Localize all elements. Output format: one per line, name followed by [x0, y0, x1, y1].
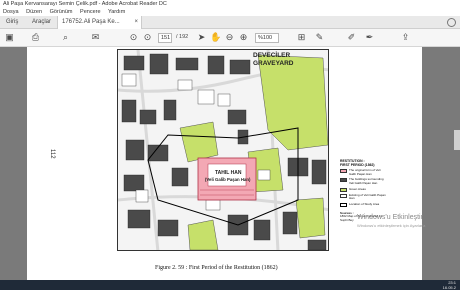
legend-item-label: Existing of Veli Galib Paşan Han	[349, 192, 386, 201]
legend-item-label: The original form of Veli Galib Paşan Ha…	[349, 168, 381, 176]
hand-tool-icon[interactable]: ✋	[210, 32, 221, 43]
pdf-page: 112 DEVECİLER GRAVEYARD TAHIL HAN (Veli …	[27, 47, 422, 280]
document-viewer[interactable]: 112 DEVECİLER GRAVEYARD TAHIL HAN (Veli …	[0, 47, 460, 280]
legend-swatch	[340, 178, 347, 183]
legend-item: Location of Study Area	[340, 201, 386, 207]
legend-swatch	[340, 169, 347, 174]
sign-icon[interactable]: ✒	[364, 32, 375, 43]
legend-item-label: Location of Study Area	[349, 201, 380, 206]
legend-swatch	[340, 187, 347, 192]
tab-tools[interactable]: Araçlar	[28, 16, 55, 29]
zoom-in-icon[interactable]: ⊕	[238, 32, 249, 43]
tab-document[interactable]: 176752.Ali Paşa Ke... ×	[57, 16, 142, 29]
select-tool-icon[interactable]: ➤	[196, 32, 207, 43]
legend-item: The buildings surrounding Veli Galib Paş…	[340, 178, 386, 185]
page-up-icon[interactable]: ⊙	[128, 32, 139, 43]
help-icon[interactable]	[447, 18, 456, 27]
fit-page-icon[interactable]: ⊞	[296, 32, 307, 43]
highlight-icon[interactable]: ✐	[346, 32, 357, 43]
legend-item: Existing of Veli Galib Paşan Han	[340, 192, 386, 201]
zoom-out-icon[interactable]: ⊖	[224, 32, 235, 43]
menu-item-help[interactable]: Yardım	[108, 9, 125, 15]
page-number-label: 112	[49, 149, 55, 159]
legend-item-label: Green Areas	[349, 186, 366, 191]
tab-close-icon[interactable]: ×	[134, 16, 138, 29]
menu-item-edit[interactable]: Düzen	[26, 9, 42, 15]
restitution-map: DEVECİLER GRAVEYARD TAHIL HAN (Veli Gali…	[117, 49, 329, 251]
page-number-input[interactable]: 151	[158, 33, 172, 43]
right-pane-toggle[interactable]	[454, 130, 460, 150]
map-drawing: DEVECİLER GRAVEYARD TAHIL HAN (Veli Gali…	[118, 50, 328, 250]
activation-watermark-text: Windows'u etkinleştirmek için Ayarlar'a	[357, 223, 426, 228]
menu-item-window[interactable]: Pencere	[80, 9, 101, 15]
map-graveyard-label-2: GRAVEYARD	[253, 60, 294, 67]
tab-home[interactable]: Giriş	[2, 16, 22, 29]
legend-swatch	[340, 193, 347, 198]
tray-date: 16.05.2	[442, 285, 456, 290]
zoom-select[interactable]: %100	[255, 33, 279, 43]
menu-item-file[interactable]: Dosya	[3, 9, 19, 15]
legend-item: The original form of Veli Galib Paşan Ha…	[340, 168, 386, 176]
legend-title-2: FIRST PERIOD (1862)	[340, 162, 375, 167]
page-total: / 192	[176, 34, 189, 40]
menu-item-view[interactable]: Görünüm	[50, 9, 73, 15]
figure-caption: Figure 2. 59 : First Period of the Resti…	[155, 265, 278, 271]
window-title: Ali Paşa Kervansarayı Semin Çelik.pdf - …	[0, 0, 460, 8]
map-han-label-2: (Veli Galib Paşan Han)	[205, 177, 251, 182]
page-down-icon[interactable]: ⊙	[142, 32, 153, 43]
tab-bar: Giriş Araçlar 176752.Ali Paşa Ke... ×	[0, 16, 460, 29]
tab-document-label: 176752.Ali Paşa Ke...	[62, 19, 120, 25]
comment-icon[interactable]: ✎	[314, 32, 325, 43]
legend-item: Green Areas	[340, 186, 386, 192]
activation-watermark-title: Windows'u Etkinleştir	[357, 214, 423, 221]
map-han-label-1: TAHIL HAN	[215, 170, 242, 176]
mail-icon[interactable]: ✉	[90, 32, 101, 43]
taskbar: 23:1 16.05.2	[0, 280, 460, 290]
menu-bar: Dosya Düzen Görünüm Pencere Yardım	[0, 8, 460, 16]
print-icon[interactable]: ⎙	[30, 32, 41, 43]
legend-swatch	[340, 202, 347, 207]
toolbar: ▣ ⎙ ⌕ ✉ ⊙ ⊙ 151 / 192 ➤ ✋ ⊖ ⊕ %100 ⊞ ✎ ✐…	[0, 29, 460, 47]
share-icon[interactable]: ⇪	[400, 32, 411, 43]
system-tray: 23:1 16.05.2	[443, 280, 456, 290]
search-icon[interactable]: ⌕	[60, 32, 71, 43]
map-graveyard-label-1: DEVECİLER	[253, 51, 291, 59]
legend-item-label: The buildings surrounding Veli Galib Paş…	[349, 177, 384, 185]
save-icon[interactable]: ▣	[4, 32, 15, 43]
